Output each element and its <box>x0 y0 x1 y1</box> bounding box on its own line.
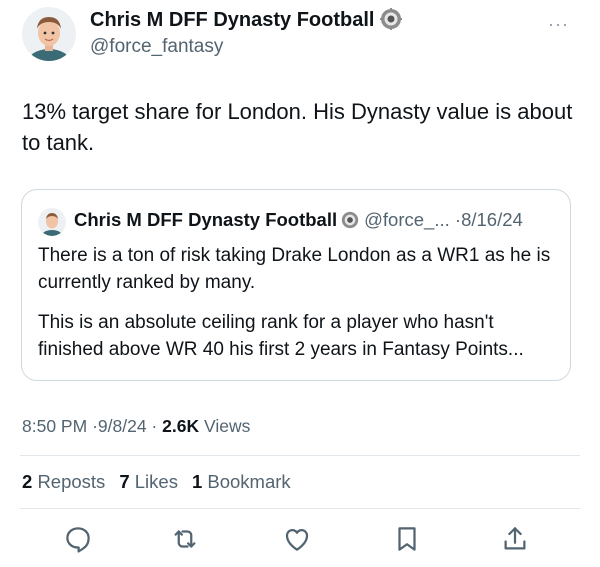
author-name[interactable]: Chris M DFF Dynasty Football <box>90 8 403 32</box>
quote-author-name: Chris M DFF Dynasty Football <box>74 209 338 230</box>
likes-count: 7 <box>119 471 130 492</box>
engagement-stats: 2 Reposts 7 Likes 1 Bookmark <box>22 471 291 493</box>
quote-affiliate-badge-icon <box>341 211 359 229</box>
share-icon[interactable] <box>500 524 530 554</box>
divider <box>20 508 580 509</box>
repost-icon[interactable] <box>170 524 200 554</box>
reposts-stat[interactable]: 2 Reposts <box>22 471 105 492</box>
quote-date: 8/16/24 <box>461 209 523 230</box>
likes-stat[interactable]: 7 Likes <box>119 471 178 492</box>
like-icon[interactable] <box>282 524 312 554</box>
quote-header: Chris M DFF Dynasty Football @force_... ·… <box>74 209 523 231</box>
tweet-time[interactable]: 8:50 PM <box>22 416 87 436</box>
quote-avatar <box>38 208 66 236</box>
reply-icon[interactable] <box>63 524 93 554</box>
bookmarks-stat[interactable]: 1 Bookmark <box>192 471 291 492</box>
divider <box>20 455 580 456</box>
views-count: 2.6K <box>162 416 200 436</box>
more-options-icon[interactable]: ··· <box>548 14 569 35</box>
bookmarks-count: 1 <box>191 471 203 492</box>
tweet-date[interactable]: 9/8/24 <box>98 416 147 436</box>
tweet-text: 13% target share for London. His Dynasty… <box>22 99 573 155</box>
quote-paragraph-2: This is an absolute ceiling rank for a p… <box>38 312 524 360</box>
reposts-count: 2 <box>22 471 33 492</box>
bookmarks-label: Bookmark <box>207 471 291 492</box>
author-name-text[interactable]: Chris M DFF Dynasty Football <box>90 9 374 31</box>
tweet-meta: 8:50 PM ·9/8/24 · 2.6K Views <box>22 416 250 437</box>
reposts-label: Reposts <box>37 471 106 492</box>
author-handle[interactable]: @force_fantasy <box>90 36 223 58</box>
meta-dot: · <box>151 416 158 436</box>
author-avatar[interactable] <box>22 7 76 61</box>
quote-handle: @force_... <box>364 209 450 230</box>
quoted-tweet[interactable]: Chris M DFF Dynasty Football @force_... ·… <box>21 189 571 381</box>
likes-label: Likes <box>134 471 178 492</box>
affiliate-badge-icon <box>380 8 403 30</box>
views-label: Views <box>203 416 251 436</box>
quote-paragraph-1: There is a ton of risk taking Drake Lond… <box>38 245 551 293</box>
bookmark-icon[interactable] <box>392 524 422 554</box>
quote-text: There is a ton of risk taking Drake Lond… <box>38 242 558 376</box>
